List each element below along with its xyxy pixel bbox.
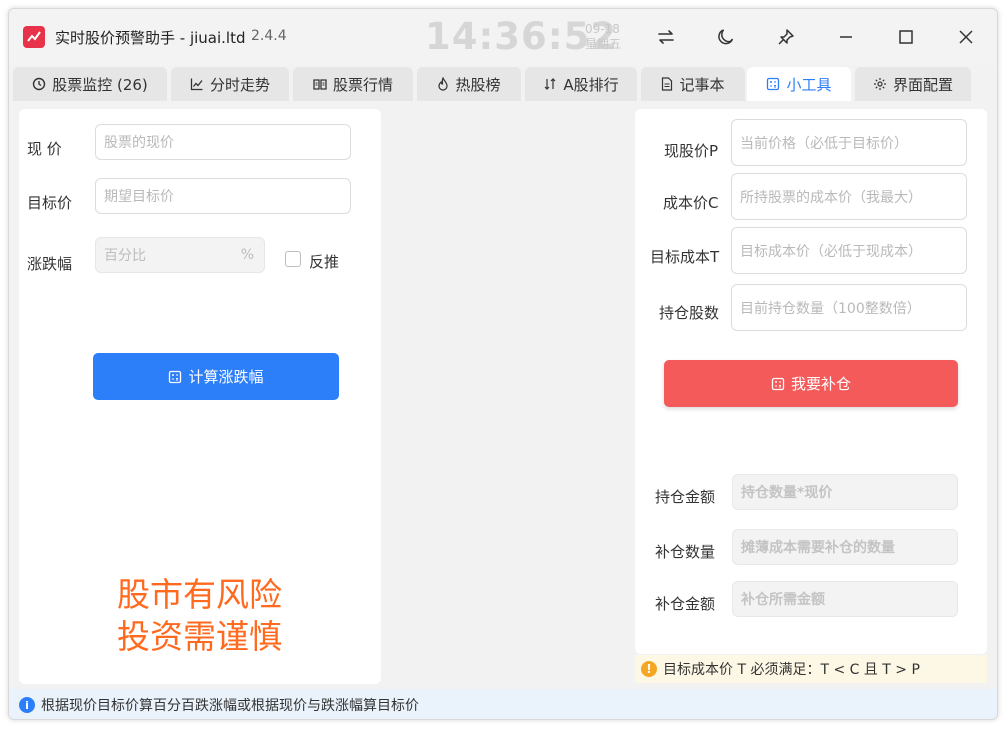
percent-suffix: % [240,247,254,263]
app-window: 实时股价预警助手 - jiuai.ltd 2.4.4 14:36:52 09-1… [8,8,998,720]
holding-amount-label: 持仓金额 [655,488,716,506]
reverse-checkbox[interactable] [285,251,301,267]
price-input[interactable]: 股票的现价 [95,124,351,160]
calculator-icon [766,77,780,91]
line-chart-icon [190,77,204,91]
maximize-icon [899,30,913,44]
pin-icon [778,29,794,45]
tab-stock-quotes[interactable]: 股票行情 [293,67,413,101]
cover-hint: ! 目标成本价 T 必须满足：T < C 且 T > P [635,655,987,683]
calculator-icon [168,370,182,384]
weekday-text: 星期五 [585,37,622,51]
target-price-input[interactable]: 期望目标价 [95,178,351,214]
flame-icon [437,77,449,91]
add-position-button[interactable]: 我要补仓 [664,360,958,407]
tab-label: 股票监控 (26) [52,75,148,94]
maximize-button[interactable] [889,21,923,53]
cost-price-input[interactable]: 所持股票的成本价（我最大） [731,173,967,220]
shares-input[interactable]: 目前持仓数量（100整数倍） [731,284,967,331]
tab-label: 股票行情 [332,75,393,94]
target-cost-input[interactable]: 目标成本价（必低于现成本） [731,227,967,274]
minimize-button[interactable] [829,21,863,53]
current-price-input[interactable]: 当前价格（必低于目标价） [731,119,967,166]
book-icon [313,77,327,91]
note-icon [661,77,673,91]
target-price-label: 目标价 [27,194,73,212]
pin-button[interactable] [769,21,803,53]
button-label: 我要补仓 [790,375,851,393]
risk-warning-line2: 投资需谨慎 [117,617,282,656]
holding-amount-output: 持仓数量*现价 [732,474,958,510]
price-label: 现 价 [27,140,62,158]
tab-label: A股排行 [563,75,619,94]
close-icon [959,30,973,44]
sort-icon [543,77,557,91]
calculate-change-button[interactable]: 计算涨跌幅 [93,353,339,400]
change-percent-input[interactable]: 百分比 % [95,237,265,273]
tab-bar: 股票监控 (26) 分时走势 股票行情 热股榜 A股排行 记事本 小工具 界面配… [9,65,997,103]
tab-notepad[interactable]: 记事本 [641,67,745,101]
tab-tools[interactable]: 小工具 [747,67,851,101]
tab-a-share-ranking[interactable]: A股排行 [525,67,637,101]
tab-label: 记事本 [679,75,725,94]
info-icon: i [19,697,35,713]
tab-ui-settings[interactable]: 界面配置 [855,67,971,101]
tab-stock-monitor[interactable]: 股票监控 (26) [13,67,167,101]
tab-label: 小工具 [786,75,832,94]
cost-price-label: 成本价C [663,194,719,212]
tab-label: 热股榜 [455,75,501,94]
add-amount-label: 补仓金额 [655,595,716,613]
status-bar: i 根据现价目标价算百分百跌涨幅或根据现价与跌涨幅算目标价 [9,689,997,719]
date-text: 09-18 [585,22,620,36]
calculator-icon [771,377,785,391]
gear-icon [873,77,887,91]
cover-calculator-panel: 现股价P 当前价格（必低于目标价） 成本价C 所持股票的成本价（我最大） 目标成… [635,109,987,654]
close-button[interactable] [949,21,983,53]
status-text: 根据现价目标价算百分百跌涨幅或根据现价与跌涨幅算目标价 [41,698,419,714]
change-placeholder: 百分比 [104,248,146,264]
swap-arrows-icon [658,30,674,44]
button-label: 计算涨跌幅 [188,368,264,386]
warning-icon: ! [641,661,657,677]
tab-label: 界面配置 [892,75,953,94]
clock-date: 09-18 星期五 [585,22,621,52]
minimize-icon [840,36,852,38]
risk-warning-line1: 股市有风险 [117,575,282,614]
tab-intraday-trend[interactable]: 分时走势 [171,67,289,101]
target-cost-label: 目标成本T [650,248,720,266]
moon-icon [718,29,734,45]
add-quantity-output: 摊薄成本需要补仓的数量 [732,529,958,565]
app-title: 实时股价预警助手 - jiuai.ltd [55,29,246,47]
clock-icon [32,77,46,91]
current-price-label: 现股价P [664,142,719,160]
reverse-label: 反推 [309,253,340,271]
tab-label: 分时走势 [209,75,270,94]
risk-warning: 股市有风险 投资需谨慎 [117,574,282,658]
shares-label: 持仓股数 [659,304,720,322]
add-amount-output: 补仓所需金额 [732,581,958,617]
title-bar[interactable]: 实时股价预警助手 - jiuai.ltd 2.4.4 14:36:52 09-1… [9,9,997,65]
theme-toggle-button[interactable] [709,21,743,53]
tab-hot-stocks[interactable]: 热股榜 [417,67,521,101]
add-quantity-label: 补仓数量 [655,543,716,561]
change-label: 涨跌幅 [27,255,73,273]
swap-arrows-button[interactable] [649,21,683,53]
app-logo-icon [23,26,45,48]
app-version: 2.4.4 [251,28,287,44]
cover-hint-text: 目标成本价 T 必须满足：T < C 且 T > P [663,662,920,678]
change-calculator-panel: 现 价 股票的现价 目标价 期望目标价 涨跌幅 百分比 % 反推 计算涨跌幅 股… [19,109,381,684]
